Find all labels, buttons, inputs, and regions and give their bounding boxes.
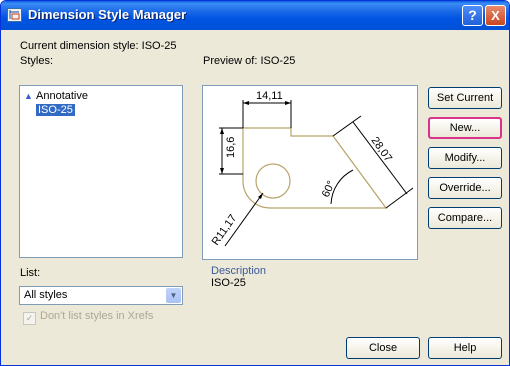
title-bar[interactable]: Dimension Style Manager ? X xyxy=(1,1,509,30)
style-item-annotative[interactable]: ▲ Annotative xyxy=(24,89,88,103)
dim-diagonal-label: 28,07 xyxy=(369,135,395,164)
style-item-iso-25[interactable]: ISO-25 xyxy=(24,103,75,117)
chevron-down-icon[interactable]: ▼ xyxy=(166,288,181,303)
dimension-style-manager-dialog: Dimension Style Manager ? X Current dime… xyxy=(0,0,510,366)
preview-shape xyxy=(242,127,388,209)
app-icon xyxy=(7,8,22,22)
styles-label: Styles: xyxy=(20,55,54,67)
close-button[interactable]: Close xyxy=(346,337,420,359)
description-label: Description xyxy=(211,265,267,277)
override-button[interactable]: Override... xyxy=(428,177,502,199)
xref-checkbox-row: ✓ Don't list styles in Xrefs xyxy=(23,310,153,325)
compare-button[interactable]: Compare... xyxy=(428,207,502,229)
list-filter-value: All styles xyxy=(24,289,68,301)
window-title: Dimension Style Manager xyxy=(28,7,187,22)
list-label: List: xyxy=(20,267,41,279)
new-button[interactable]: New... xyxy=(428,117,502,139)
list-filter-select[interactable]: All styles ▼ xyxy=(19,286,183,305)
title-close-button[interactable]: X xyxy=(485,5,506,26)
dim-radius-label: R11,17 xyxy=(210,212,240,247)
dim-angle-label: 60° xyxy=(320,179,338,199)
annotative-triangle-icon: ▲ xyxy=(24,91,33,101)
xref-checkbox: ✓ xyxy=(23,312,36,325)
modify-button[interactable]: Modify... xyxy=(428,147,502,169)
dimension-style-icon xyxy=(9,10,20,20)
styles-list[interactable]: ▲ Annotative ISO-25 xyxy=(19,85,183,258)
help-button[interactable]: Help xyxy=(428,337,502,359)
current-style-label: Current dimension style: ISO-25 xyxy=(20,40,177,52)
set-current-button[interactable]: Set Current xyxy=(428,87,502,109)
description-value: ISO-25 xyxy=(211,277,246,289)
title-help-button[interactable]: ? xyxy=(462,5,483,26)
preview-drawing: 14,11 16,6 28,07 60° R11,17 xyxy=(210,90,414,248)
xref-checkbox-label: Don't list styles in Xrefs xyxy=(40,310,154,322)
dimension-lines xyxy=(219,100,414,247)
dim-top-label: 14,11 xyxy=(256,90,283,102)
style-item-label: ISO-25 xyxy=(36,104,75,116)
dim-left-label: 16,6 xyxy=(225,137,237,158)
style-preview: 14,11 16,6 28,07 60° R11,17 xyxy=(202,85,418,260)
preview-label: Preview of: ISO-25 xyxy=(203,55,296,67)
style-item-label: Annotative xyxy=(36,90,88,102)
